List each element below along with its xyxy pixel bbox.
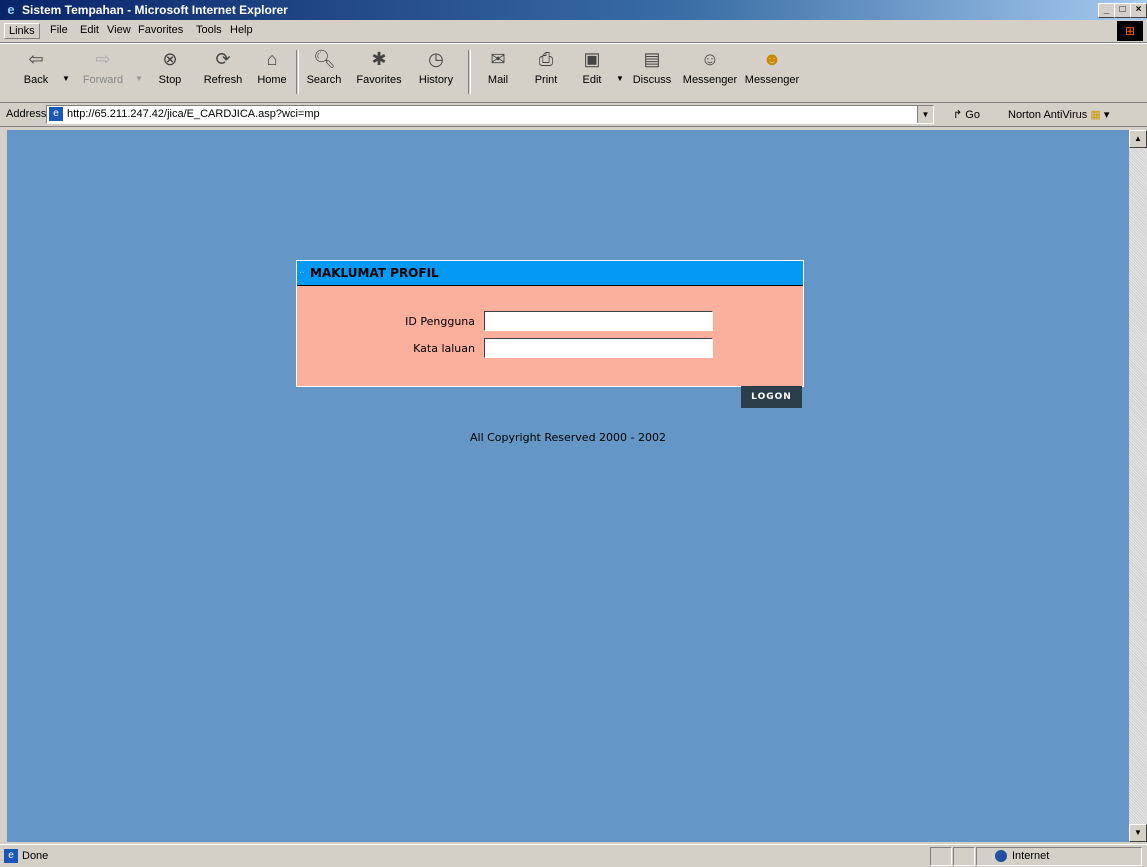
norton-icon: ▦ (1090, 109, 1101, 121)
address-dropdown-icon[interactable]: ▼ (917, 106, 933, 123)
stop-button[interactable]: ⊗ Stop (150, 48, 190, 86)
window-title: Sistem Tempahan - Microsoft Internet Exp… (22, 3, 288, 17)
forward-dropdown-icon[interactable]: ▼ (135, 74, 143, 83)
menu-favorites[interactable]: Favorites (138, 24, 183, 36)
history-icon: ◷ (428, 49, 444, 69)
edit-dropdown-icon[interactable]: ▼ (616, 74, 624, 83)
status-bar: e Done Internet (0, 844, 1147, 867)
status-cell (953, 847, 975, 866)
forward-arrow-icon: ⇨ (95, 49, 111, 69)
panel-body: ID Pengguna Kata laluan (297, 286, 803, 386)
scroll-down-button[interactable]: ▼ (1129, 824, 1147, 842)
scroll-up-button[interactable]: ▲ (1129, 130, 1147, 148)
address-url[interactable]: http://65.211.247.42/jica/E_CARDJICA.asp… (67, 108, 320, 120)
page-icon: e (49, 107, 63, 121)
mail-button[interactable]: ✉ Mail (478, 48, 518, 86)
page-viewport: .. MAKLUMAT PROFIL ID Pengguna Kata lalu… (7, 130, 1129, 842)
address-bar: Address e http://65.211.247.42/jica/E_CA… (0, 102, 1147, 127)
discuss-icon: ▤ (643, 49, 661, 69)
title-bar: e Sistem Tempahan - Microsoft Internet E… (0, 0, 1147, 20)
menu-bar: Links File Edit View Favorites Tools Hel… (0, 20, 1147, 43)
printer-icon: ⎙ (538, 49, 554, 69)
norton-antivirus-button[interactable]: Norton AntiVirus ▦ ▾ (1008, 108, 1109, 121)
history-button[interactable]: ◷ History (412, 48, 460, 86)
copyright-text: All Copyright Reserved 2000 - 2002 (469, 431, 667, 444)
home-button[interactable]: ⌂ Home (252, 48, 292, 86)
messenger-icon: ☺ (700, 49, 720, 69)
go-arrow-icon: ↱ (953, 109, 963, 121)
menu-edit[interactable]: Edit (80, 24, 99, 36)
ie-status-icon: e (4, 849, 18, 863)
stop-icon: ⊗ (162, 49, 178, 69)
address-field[interactable]: e http://65.211.247.42/jica/E_CARDJICA.a… (46, 105, 934, 124)
back-arrow-icon: ⇦ (28, 49, 44, 69)
panel-header: .. MAKLUMAT PROFIL (297, 261, 803, 286)
back-dropdown-icon[interactable]: ▼ (62, 74, 70, 83)
maximize-button[interactable]: □ (1114, 3, 1131, 18)
menu-tools[interactable]: Tools (196, 24, 222, 36)
close-button[interactable]: × (1130, 3, 1147, 18)
search-icon: 🔍︎ (313, 49, 336, 69)
mail-icon: ✉ (490, 49, 506, 69)
toolbar-separator (468, 50, 471, 94)
profile-panel: .. MAKLUMAT PROFIL ID Pengguna Kata lalu… (296, 260, 804, 387)
go-button[interactable]: ↱ Go (953, 108, 980, 121)
address-label: Address (6, 108, 47, 120)
print-button[interactable]: ⎙ Print (526, 48, 566, 86)
security-zone: Internet (1012, 850, 1050, 862)
status-cell (930, 847, 952, 866)
search-button[interactable]: 🔍︎ Search (302, 48, 346, 86)
header-dots: .. (299, 265, 305, 276)
messenger-smiley-icon: ☻ (762, 49, 782, 69)
password-label: Kata laluan (413, 342, 475, 355)
standard-toolbar: ⇦ Back ▼ ⇨ Forward ▼ ⊗ Stop ⟳ Refresh ⌂ Home … (0, 43, 1147, 103)
back-button[interactable]: ⇦ Back (16, 48, 56, 86)
status-text: Done (22, 850, 49, 862)
discuss-button[interactable]: ▤ Discuss (628, 48, 676, 86)
favorites-icon: ✱ (371, 49, 387, 69)
links-toolbar[interactable]: Links (4, 23, 40, 39)
user-id-label: ID Pengguna (405, 315, 475, 328)
logon-button[interactable]: LOGON (741, 386, 802, 408)
refresh-button[interactable]: ⟳ Refresh (198, 48, 248, 86)
messenger-button-2[interactable]: ☻ Messenger (742, 48, 802, 86)
minimize-button[interactable]: _ (1098, 3, 1115, 18)
edit-page-icon: ▣ (583, 49, 601, 69)
panel-title: MAKLUMAT PROFIL (310, 266, 439, 280)
forward-button[interactable]: ⇨ Forward (78, 48, 128, 86)
refresh-icon: ⟳ (215, 49, 231, 69)
internet-globe-icon (995, 850, 1007, 862)
menu-view[interactable]: View (107, 24, 131, 36)
edit-button[interactable]: ▣ Edit (572, 48, 612, 86)
menu-file[interactable]: File (50, 24, 68, 36)
favorites-button[interactable]: ✱ Favorites (350, 48, 408, 86)
password-input[interactable] (484, 338, 713, 358)
ie-logo-icon: e (7, 2, 15, 17)
home-icon: ⌂ (266, 49, 278, 69)
messenger-button[interactable]: ☺ Messenger (680, 48, 740, 86)
menu-help[interactable]: Help (230, 24, 253, 36)
toolbar-separator (296, 50, 299, 94)
vertical-scrollbar[interactable]: ▲ ▼ (1129, 130, 1147, 842)
user-id-input[interactable] (484, 311, 713, 331)
windows-logo-icon: ⊞ (1117, 21, 1143, 41)
